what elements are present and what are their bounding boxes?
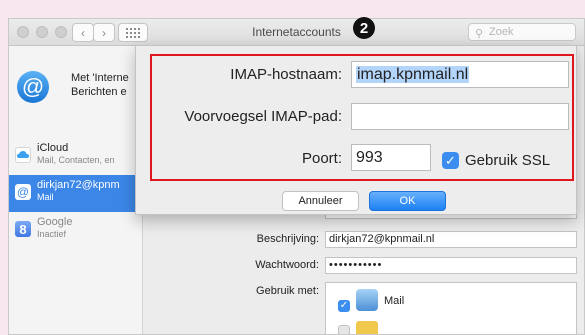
accounts-sidebar: @ Met 'Interne Berichten e iCloud Mail, …: [9, 46, 143, 334]
apps-list: ✓ Mail: [325, 282, 577, 334]
port-field[interactable]: 993: [351, 144, 431, 171]
description-field[interactable]: dirkjan72@kpnmail.nl: [325, 231, 577, 248]
search-placeholder: Zoek: [489, 26, 514, 38]
imap-host-label: IMAP-hostnaam:: [230, 66, 342, 83]
password-field[interactable]: •••••••••••: [325, 257, 577, 274]
sidebar-item-kpnmail[interactable]: @ dirkjan72@kpnm Mail: [9, 175, 142, 212]
search-input[interactable]: ⚲ Zoek: [468, 23, 576, 41]
password-label: Wachtwoord:: [255, 259, 319, 271]
account-name: iCloud: [37, 142, 69, 154]
imap-prefix-field[interactable]: [351, 103, 569, 130]
second-app-checkbox[interactable]: [338, 325, 350, 334]
sidebar-item-icloud[interactable]: iCloud Mail, Contacten, en: [9, 138, 142, 175]
account-subtitle: Inactief: [37, 229, 67, 239]
search-icon: ⚲: [475, 28, 484, 40]
account-name: dirkjan72@kpnm: [37, 179, 120, 191]
mail-app-checkbox[interactable]: ✓: [338, 295, 350, 313]
use-ssl-checkbox[interactable]: ✓: [442, 152, 459, 169]
description-label: Beschrijving:: [256, 233, 319, 245]
imap-prefix-label: Voorvoegsel IMAP-pad:: [184, 108, 342, 125]
intro-line-1: Met 'Interne: [71, 72, 129, 84]
sidebar-item-google[interactable]: 8 Google Inactief: [9, 212, 142, 249]
notes-app-icon: [356, 321, 378, 334]
cancel-button[interactable]: Annuleer: [282, 191, 359, 211]
mail-app-icon: [356, 289, 378, 311]
icloud-icon: [15, 147, 31, 163]
use-ssl-label: Gebruik SSL: [465, 152, 551, 169]
imap-settings-sheet: IMAP-hostnaam: imap.kpnmail.nl Voorvoegs…: [135, 45, 577, 215]
title-bar: ‹ › Internetaccounts ⚲ Zoek: [9, 19, 584, 46]
account-name: Google: [37, 216, 73, 228]
google-icon: 8: [15, 221, 31, 237]
intro-line-2: Berichten e: [71, 86, 127, 98]
at-icon: @: [15, 184, 31, 200]
step-number-badge: 2: [353, 17, 375, 39]
sidebar-intro-text: Met 'Interne Berichten e: [71, 71, 129, 99]
mail-app-label: Mail: [384, 295, 405, 307]
at-sign-icon: @: [17, 71, 49, 103]
account-subtitle: Mail, Contacten, en: [37, 155, 115, 165]
use-with-label: Gebruik met:: [256, 285, 319, 297]
imap-host-field[interactable]: imap.kpnmail.nl: [351, 61, 569, 88]
port-label: Poort:: [301, 150, 342, 167]
imap-host-value: imap.kpnmail.nl: [356, 66, 470, 83]
checkmark-icon: ✓: [445, 152, 456, 168]
ok-button[interactable]: OK: [369, 191, 446, 211]
account-subtitle: Mail: [37, 192, 54, 202]
